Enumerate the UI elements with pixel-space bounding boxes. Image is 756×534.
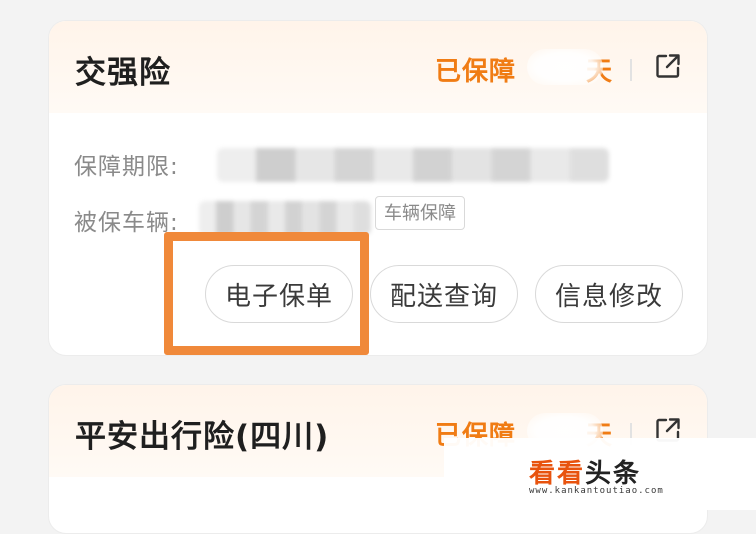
watermark-brand-dark: 头条	[585, 459, 642, 489]
external-link-icon[interactable]	[653, 51, 683, 81]
coverage-period-redacted	[217, 148, 609, 182]
insurance-card-compulsory: 交强险 已保障天 保障期限: 被保车辆: 车辆保障 电子保单 配送查询 信息修改	[48, 20, 708, 356]
highlight-annotation-box	[164, 232, 369, 355]
watermark-brand: 看看头条	[529, 453, 641, 490]
info-modify-button[interactable]: 信息修改	[535, 265, 683, 323]
redaction-mask	[527, 49, 603, 85]
delivery-query-button[interactable]: 配送查询	[370, 265, 518, 323]
insured-vehicle-label: 被保车辆:	[74, 210, 179, 236]
protect-days-prefix: 已保障	[434, 57, 516, 87]
watermark-url: www.kankantoutiao.com	[529, 486, 664, 496]
header-divider	[630, 59, 632, 81]
insured-vehicle-redacted	[199, 201, 371, 235]
card-title: 平安出行险(四川)	[75, 419, 330, 455]
vehicle-coverage-tag: 车辆保障	[375, 196, 465, 230]
card-title: 交强险	[75, 55, 171, 91]
coverage-period-label: 保障期限:	[74, 154, 179, 180]
card-header: 交强险 已保障天	[49, 21, 707, 113]
watermark: 看看头条 www.kankantoutiao.com	[444, 438, 756, 510]
watermark-brand-orange: 看看	[529, 459, 586, 489]
